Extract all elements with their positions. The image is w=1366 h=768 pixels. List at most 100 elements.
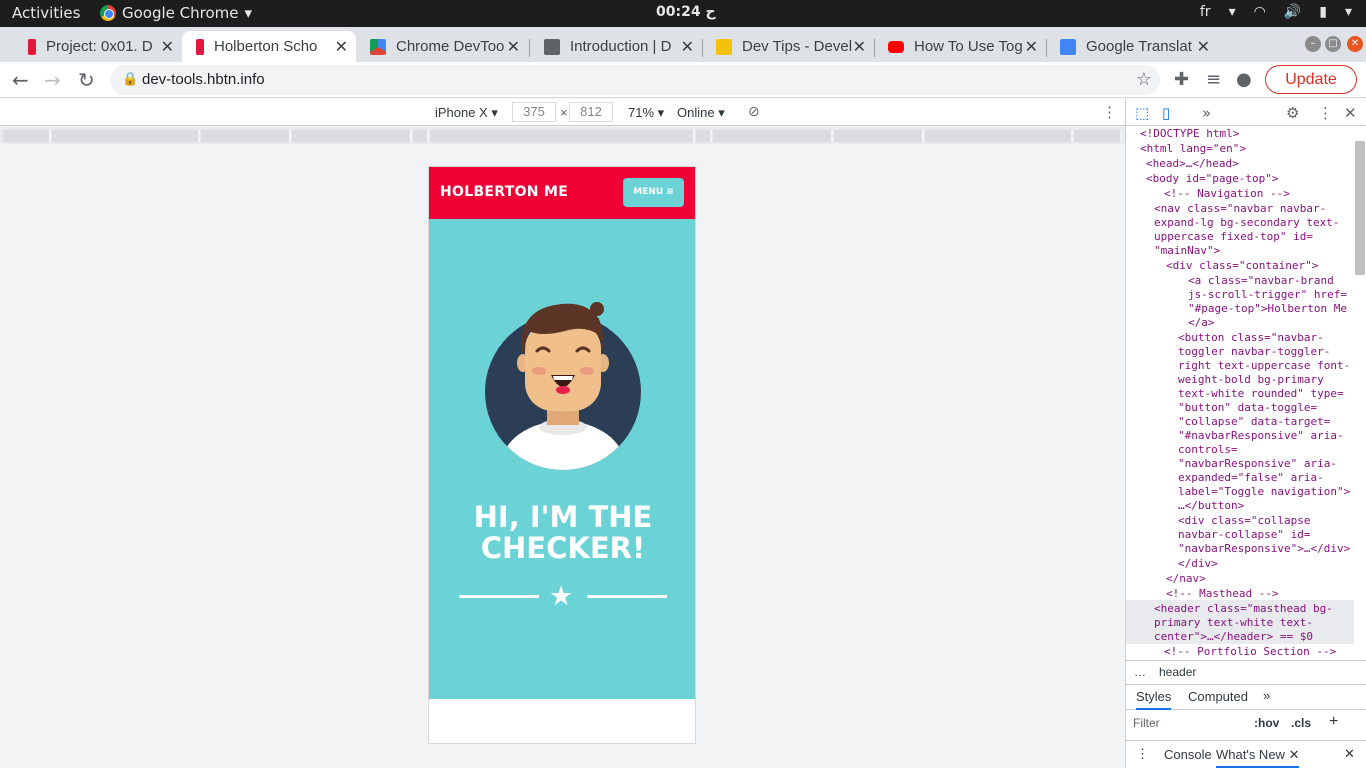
- cls-toggle[interactable]: .cls: [1291, 716, 1311, 730]
- menu-toggle-button[interactable]: MENU ≡: [623, 178, 684, 207]
- language-indicator[interactable]: fr: [1200, 4, 1211, 20]
- activities-button[interactable]: Activities: [12, 4, 80, 22]
- dom-line[interactable]: right text-uppercase font-: [1178, 359, 1350, 373]
- gear-icon[interactable]: ⚙: [1286, 104, 1299, 122]
- dom-line[interactable]: <nav class="navbar navbar-: [1154, 202, 1326, 216]
- profile-icon[interactable]: ●: [1236, 69, 1252, 90]
- dom-line[interactable]: js-scroll-trigger" href=: [1188, 288, 1347, 302]
- close-icon[interactable]: ✕: [1197, 37, 1210, 57]
- maximize-button[interactable]: □: [1325, 36, 1341, 52]
- ruler-segment[interactable]: [1074, 130, 1122, 142]
- ruler-segment[interactable]: [696, 130, 712, 142]
- dom-line[interactable]: toggler navbar-toggler-: [1178, 345, 1330, 359]
- dom-line[interactable]: <a class="navbar-brand: [1188, 274, 1334, 288]
- dom-line[interactable]: weight-bold bg-primary: [1178, 373, 1324, 387]
- dom-line[interactable]: <html lang="en">: [1140, 142, 1246, 156]
- dom-line[interactable]: navbar-collapse" id=: [1178, 528, 1310, 542]
- hov-toggle[interactable]: :hov: [1254, 716, 1279, 730]
- tab-styles[interactable]: Styles: [1136, 689, 1172, 710]
- dom-line[interactable]: uppercase fixed-top" id=: [1154, 230, 1313, 244]
- rotate-icon[interactable]: ⊘: [748, 103, 760, 120]
- back-icon[interactable]: ←: [12, 68, 29, 92]
- device-toggle-icon[interactable]: ▯: [1162, 104, 1170, 122]
- tab-google-translate[interactable]: Google Translat ✕: [1046, 31, 1218, 62]
- new-rule-icon[interactable]: +: [1329, 713, 1338, 731]
- dom-tree[interactable]: <!DOCTYPE html> <html lang="en"> <head>……: [1126, 127, 1354, 657]
- update-button[interactable]: Update ⋮: [1265, 65, 1366, 94]
- clock[interactable]: 00:24 ح: [656, 4, 716, 20]
- dom-line[interactable]: "collapse" data-target=: [1178, 415, 1330, 429]
- dom-line[interactable]: <div class="collapse: [1178, 514, 1310, 528]
- dom-line[interactable]: "navbarResponsive" aria-: [1178, 457, 1337, 471]
- tab-dev-tips[interactable]: Dev Tips - Devel ✕: [702, 31, 874, 62]
- ruler-segment[interactable]: [430, 130, 695, 142]
- dom-line[interactable]: "#page-top">Holberton Me: [1188, 302, 1347, 316]
- bookmark-star-icon[interactable]: ☆: [1136, 69, 1152, 90]
- dom-line[interactable]: <!DOCTYPE html>: [1140, 127, 1239, 141]
- tab-whats-new[interactable]: What's New ✕: [1216, 747, 1300, 768]
- close-icon[interactable]: ✕: [1344, 746, 1355, 762]
- dom-line[interactable]: </a>: [1188, 316, 1215, 330]
- dom-line[interactable]: <head>…</head>: [1146, 157, 1239, 171]
- navbar-brand[interactable]: HOLBERTON ME: [440, 184, 568, 200]
- dom-line[interactable]: label="Toggle navigation">: [1178, 485, 1350, 499]
- ruler-segment[interactable]: [201, 130, 291, 142]
- dom-comment[interactable]: <!-- Portfolio Section -->: [1164, 645, 1336, 657]
- ruler-segment[interactable]: [52, 130, 200, 142]
- extensions-icon[interactable]: ✚: [1174, 69, 1189, 90]
- tab-chrome-devtools[interactable]: Chrome DevToo ✕: [356, 31, 528, 62]
- breadcrumb-ellipsis[interactable]: …: [1134, 665, 1146, 679]
- ruler-segment[interactable]: [413, 130, 429, 142]
- device-select[interactable]: iPhone X ▾: [435, 105, 498, 121]
- lock-icon[interactable]: 🔒: [122, 72, 138, 87]
- filter-input[interactable]: Filter: [1133, 716, 1160, 730]
- ruler-segment[interactable]: [292, 130, 412, 142]
- reload-icon[interactable]: ↻: [78, 68, 95, 92]
- dom-comment[interactable]: <!-- Navigation -->: [1164, 187, 1290, 201]
- close-icon[interactable]: ✕: [161, 37, 174, 57]
- close-icon[interactable]: ✕: [507, 37, 520, 57]
- ruler-segment[interactable]: [713, 130, 833, 142]
- close-icon[interactable]: ✕: [1025, 37, 1038, 57]
- dom-line[interactable]: expand-lg bg-secondary text-: [1154, 216, 1339, 230]
- tab-computed[interactable]: Computed: [1188, 689, 1248, 704]
- tab-introduction[interactable]: Introduction | D ✕: [530, 31, 702, 62]
- more-vert-icon[interactable]: ⋮: [1318, 104, 1333, 122]
- breadcrumb-item[interactable]: header: [1159, 665, 1196, 679]
- dom-line[interactable]: controls=: [1178, 443, 1238, 457]
- more-tabs-icon[interactable]: »: [1263, 688, 1270, 703]
- more-vert-icon[interactable]: ⋮: [1136, 746, 1149, 762]
- throttle-select[interactable]: Online ▾: [677, 105, 725, 121]
- address-bar[interactable]: 🔒 dev-tools.hbtn.info ☆: [110, 65, 1160, 95]
- width-input[interactable]: 375: [512, 102, 556, 122]
- close-icon[interactable]: ✕: [335, 37, 348, 57]
- minimize-button[interactable]: –: [1305, 36, 1321, 52]
- more-vert-icon[interactable]: ⋮: [1102, 103, 1117, 121]
- dom-line[interactable]: text-white rounded" type=: [1178, 387, 1344, 401]
- close-window-button[interactable]: ✕: [1347, 36, 1363, 52]
- tab-project[interactable]: Project: 0x01. D ✕: [14, 31, 182, 62]
- dom-line[interactable]: </nav>: [1166, 572, 1206, 586]
- dom-line[interactable]: "navbarResponsive">…</div>: [1178, 542, 1350, 556]
- dom-line[interactable]: "button" data-toggle=: [1178, 401, 1317, 415]
- dom-line[interactable]: <button class="navbar-: [1178, 331, 1324, 345]
- inspect-element-icon[interactable]: ⬚: [1135, 104, 1149, 122]
- ruler-segment[interactable]: [834, 130, 924, 142]
- dom-line[interactable]: "mainNav">: [1154, 244, 1220, 258]
- dom-line[interactable]: </div>: [1178, 557, 1218, 571]
- dom-comment[interactable]: <!-- Masthead -->: [1166, 587, 1279, 601]
- forward-icon[interactable]: →: [44, 68, 61, 92]
- app-menu[interactable]: Google Chrome ▾: [100, 4, 252, 22]
- dom-line-selected[interactable]: primary text-white text-: [1154, 616, 1313, 630]
- dom-line[interactable]: <body id="page-top">: [1146, 172, 1278, 186]
- tab-console[interactable]: Console: [1164, 747, 1212, 762]
- more-vert-icon[interactable]: ⋮: [1362, 66, 1366, 93]
- ruler-segment[interactable]: [3, 130, 51, 142]
- dom-scrollbar[interactable]: [1355, 141, 1365, 275]
- zoom-select[interactable]: 71% ▾: [628, 105, 664, 121]
- close-icon[interactable]: ✕: [681, 37, 694, 57]
- more-tabs-icon[interactable]: »: [1202, 104, 1211, 122]
- tab-youtube[interactable]: How To Use Tog ✕: [874, 31, 1046, 62]
- dom-line[interactable]: "#navbarResponsive" aria-: [1178, 429, 1344, 443]
- height-input[interactable]: 812: [569, 102, 613, 122]
